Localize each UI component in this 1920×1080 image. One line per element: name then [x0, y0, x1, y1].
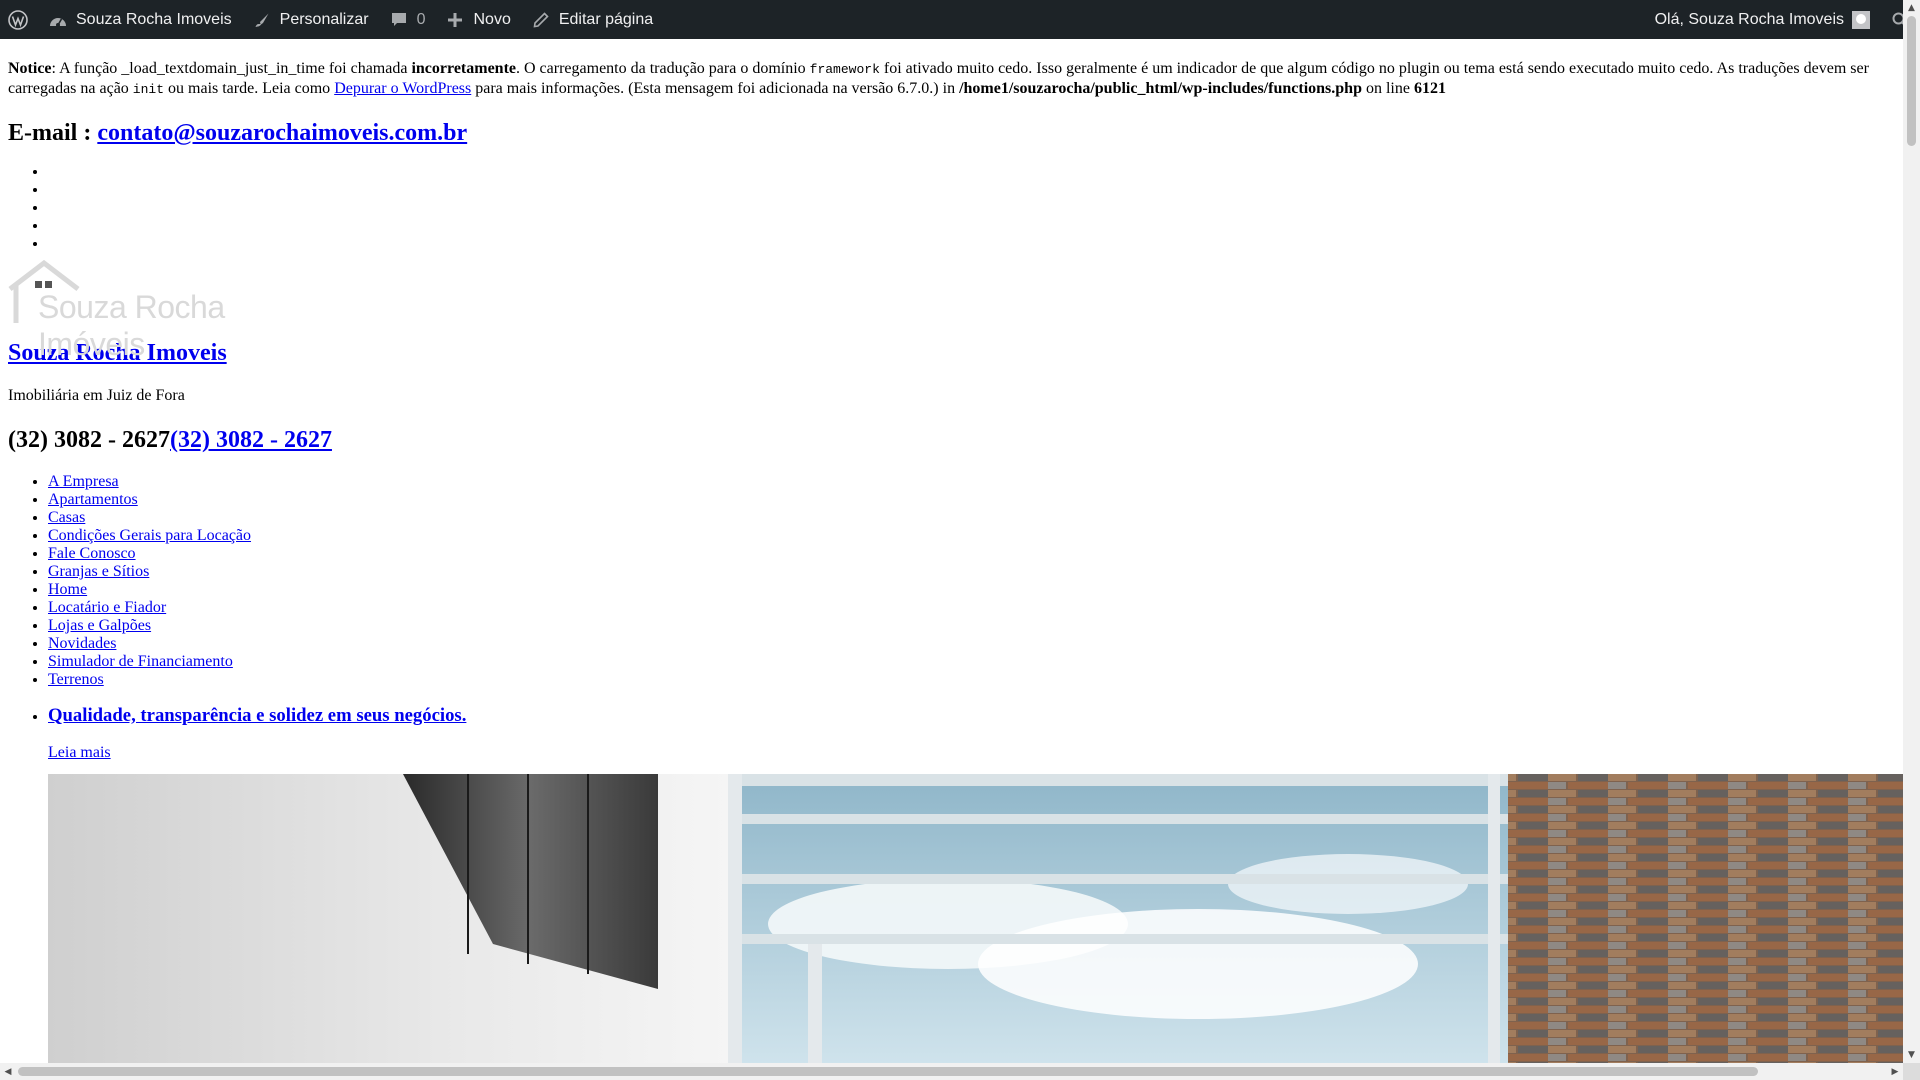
php-notice: Notice: A função _load_textdomain_just_i… — [8, 59, 1898, 99]
notice-text: ou mais tarde. Leia como — [164, 80, 335, 97]
menu-item: Fale Conosco — [48, 545, 1898, 563]
phone-text: (32) 3082 - 2627 — [8, 427, 170, 453]
admin-bar: Souza Rocha Imoveis Personalizar 0 Novo … — [0, 0, 1920, 39]
adminbar-comments[interactable]: 0 — [379, 0, 436, 39]
site-logo[interactable]: Souza Rocha Imóveis — [8, 259, 278, 362]
adminbar-my-account[interactable]: Olá, Souza Rocha Imoveis — [1645, 0, 1880, 39]
menu-link-simulador[interactable]: Simulador de Financiamento — [48, 653, 233, 670]
dashboard-icon — [48, 10, 68, 30]
notice-label: Notice — [8, 60, 52, 77]
scroll-left-arrow-icon[interactable]: ◀ — [0, 1063, 16, 1080]
menu-item: A Empresa — [48, 473, 1898, 491]
adminbar-new[interactable]: Novo — [435, 0, 520, 39]
adminbar-greeting: Olá, Souza Rocha Imoveis — [1654, 10, 1844, 28]
menu-link-novidades[interactable]: Novidades — [48, 635, 116, 652]
horizontal-scrollbar-thumb[interactable] — [18, 1067, 1758, 1076]
scroll-down-arrow-icon[interactable]: ▼ — [1903, 1047, 1920, 1063]
main-menu: A Empresa Apartamentos Casas Condições G… — [8, 473, 1898, 689]
notice-code: init — [132, 82, 165, 97]
slide-title-link[interactable]: Qualidade, transparência e solidez em se… — [48, 705, 466, 726]
menu-item: Granjas e Sítios — [48, 563, 1898, 581]
phone-heading: (32) 3082 - 2627(32) 3082 - 2627 — [8, 425, 1898, 455]
list-item[interactable] — [48, 199, 1898, 217]
menu-link-home[interactable]: Home — [48, 581, 87, 598]
notice-text: : A função _load_textdomain_just_in_time… — [51, 60, 412, 77]
avatar — [1852, 10, 1870, 29]
comments-count: 0 — [416, 10, 426, 28]
menu-item: Lojas e Galpões — [48, 617, 1898, 635]
hero-slide-image — [48, 774, 1905, 1064]
adminbar-edit-page[interactable]: Editar página — [521, 0, 663, 39]
notice-line: 6121 — [1413, 80, 1446, 97]
phone-link[interactable]: (32) 3082 - 2627 — [170, 427, 332, 453]
menu-link-a-empresa[interactable]: A Empresa — [48, 473, 119, 490]
list-item[interactable] — [48, 181, 1898, 199]
slide-item: Qualidade, transparência e solidez em se… — [48, 705, 1898, 762]
menu-item: Simulador de Financiamento — [48, 653, 1898, 671]
menu-link-casas[interactable]: Casas — [48, 509, 85, 526]
list-item[interactable] — [48, 217, 1898, 235]
menu-link-lojas-galpoes[interactable]: Lojas e Galpões — [48, 617, 151, 634]
menu-link-apartamentos[interactable]: Apartamentos — [48, 491, 138, 508]
email-link[interactable]: contato@souzarochaimoveis.com.br — [97, 120, 467, 146]
adminbar-site-name[interactable]: Souza Rocha Imoveis — [38, 0, 242, 39]
adminbar-edit-page-label: Editar página — [558, 10, 654, 28]
slider-list: Qualidade, transparência e solidez em se… — [8, 705, 1898, 762]
notice-text: on line — [1361, 80, 1414, 97]
notice-text: . O carregamento da tradução para o domí… — [516, 60, 810, 77]
adminbar-site-name-label: Souza Rocha Imoveis — [76, 10, 232, 28]
site-tagline: Imobiliária em Juiz de Fora — [8, 387, 185, 404]
menu-link-terrenos[interactable]: Terrenos — [48, 671, 104, 688]
social-links-list — [8, 163, 1898, 253]
plus-icon — [445, 10, 465, 30]
wordpress-logo-icon[interactable] — [0, 0, 38, 39]
email-label: E-mail : — [8, 120, 98, 146]
menu-item: Locatário e Fiador — [48, 599, 1898, 617]
menu-item: Terrenos — [48, 671, 1898, 689]
email-heading: E-mail : contato@souzarochaimoveis.com.b… — [8, 119, 1898, 147]
list-item[interactable] — [48, 235, 1898, 253]
horizontal-scrollbar[interactable]: ◀ ▶ — [0, 1063, 1903, 1080]
scroll-up-arrow-icon[interactable]: ▲ — [1903, 0, 1920, 16]
debug-wordpress-link[interactable]: Depurar o WordPress — [334, 80, 471, 97]
scroll-right-arrow-icon[interactable]: ▶ — [1887, 1063, 1903, 1080]
adminbar-customize-label: Personalizar — [279, 10, 369, 28]
menu-item: Home — [48, 581, 1898, 599]
read-more-link[interactable]: Leia mais — [48, 744, 111, 761]
slide-read-more: Leia mais — [48, 744, 1898, 762]
menu-item: Apartamentos — [48, 491, 1898, 509]
menu-link-condicoes-locacao[interactable]: Condições Gerais para Locação — [48, 527, 251, 544]
list-item[interactable] — [48, 163, 1898, 181]
scrollbar-corner — [1903, 1063, 1920, 1080]
menu-link-fale-conosco[interactable]: Fale Conosco — [48, 545, 136, 562]
vertical-scrollbar-thumb[interactable] — [1907, 16, 1916, 146]
menu-item: Novidades — [48, 635, 1898, 653]
comment-icon — [389, 10, 409, 30]
slide-title: Qualidade, transparência e solidez em se… — [48, 705, 1898, 727]
notice-strong: incorretamente — [411, 60, 516, 77]
menu-link-locatario-fiador[interactable]: Locatário e Fiador — [48, 599, 166, 616]
page-content: Notice: A função _load_textdomain_just_i… — [8, 39, 1898, 762]
notice-code: framework — [809, 62, 880, 77]
menu-link-granjas-sitios[interactable]: Granjas e Sítios — [48, 563, 149, 580]
notice-path: /home1/souzarocha/public_html/wp-include… — [959, 80, 1362, 97]
menu-item: Condições Gerais para Locação — [48, 527, 1898, 545]
site-title: Souza Rocha Imoveis — [8, 339, 1898, 367]
menu-item: Casas — [48, 509, 1898, 527]
vertical-scrollbar[interactable]: ▲ ▼ — [1903, 0, 1920, 1063]
pencil-icon — [531, 10, 551, 30]
notice-text: para mais informações. (Esta mensagem fo… — [471, 80, 960, 97]
adminbar-new-label: Novo — [473, 10, 511, 28]
logo-text: Souza Rocha Imóveis — [38, 289, 225, 362]
adminbar-customize[interactable]: Personalizar — [242, 0, 379, 39]
paintbrush-icon — [252, 10, 272, 30]
